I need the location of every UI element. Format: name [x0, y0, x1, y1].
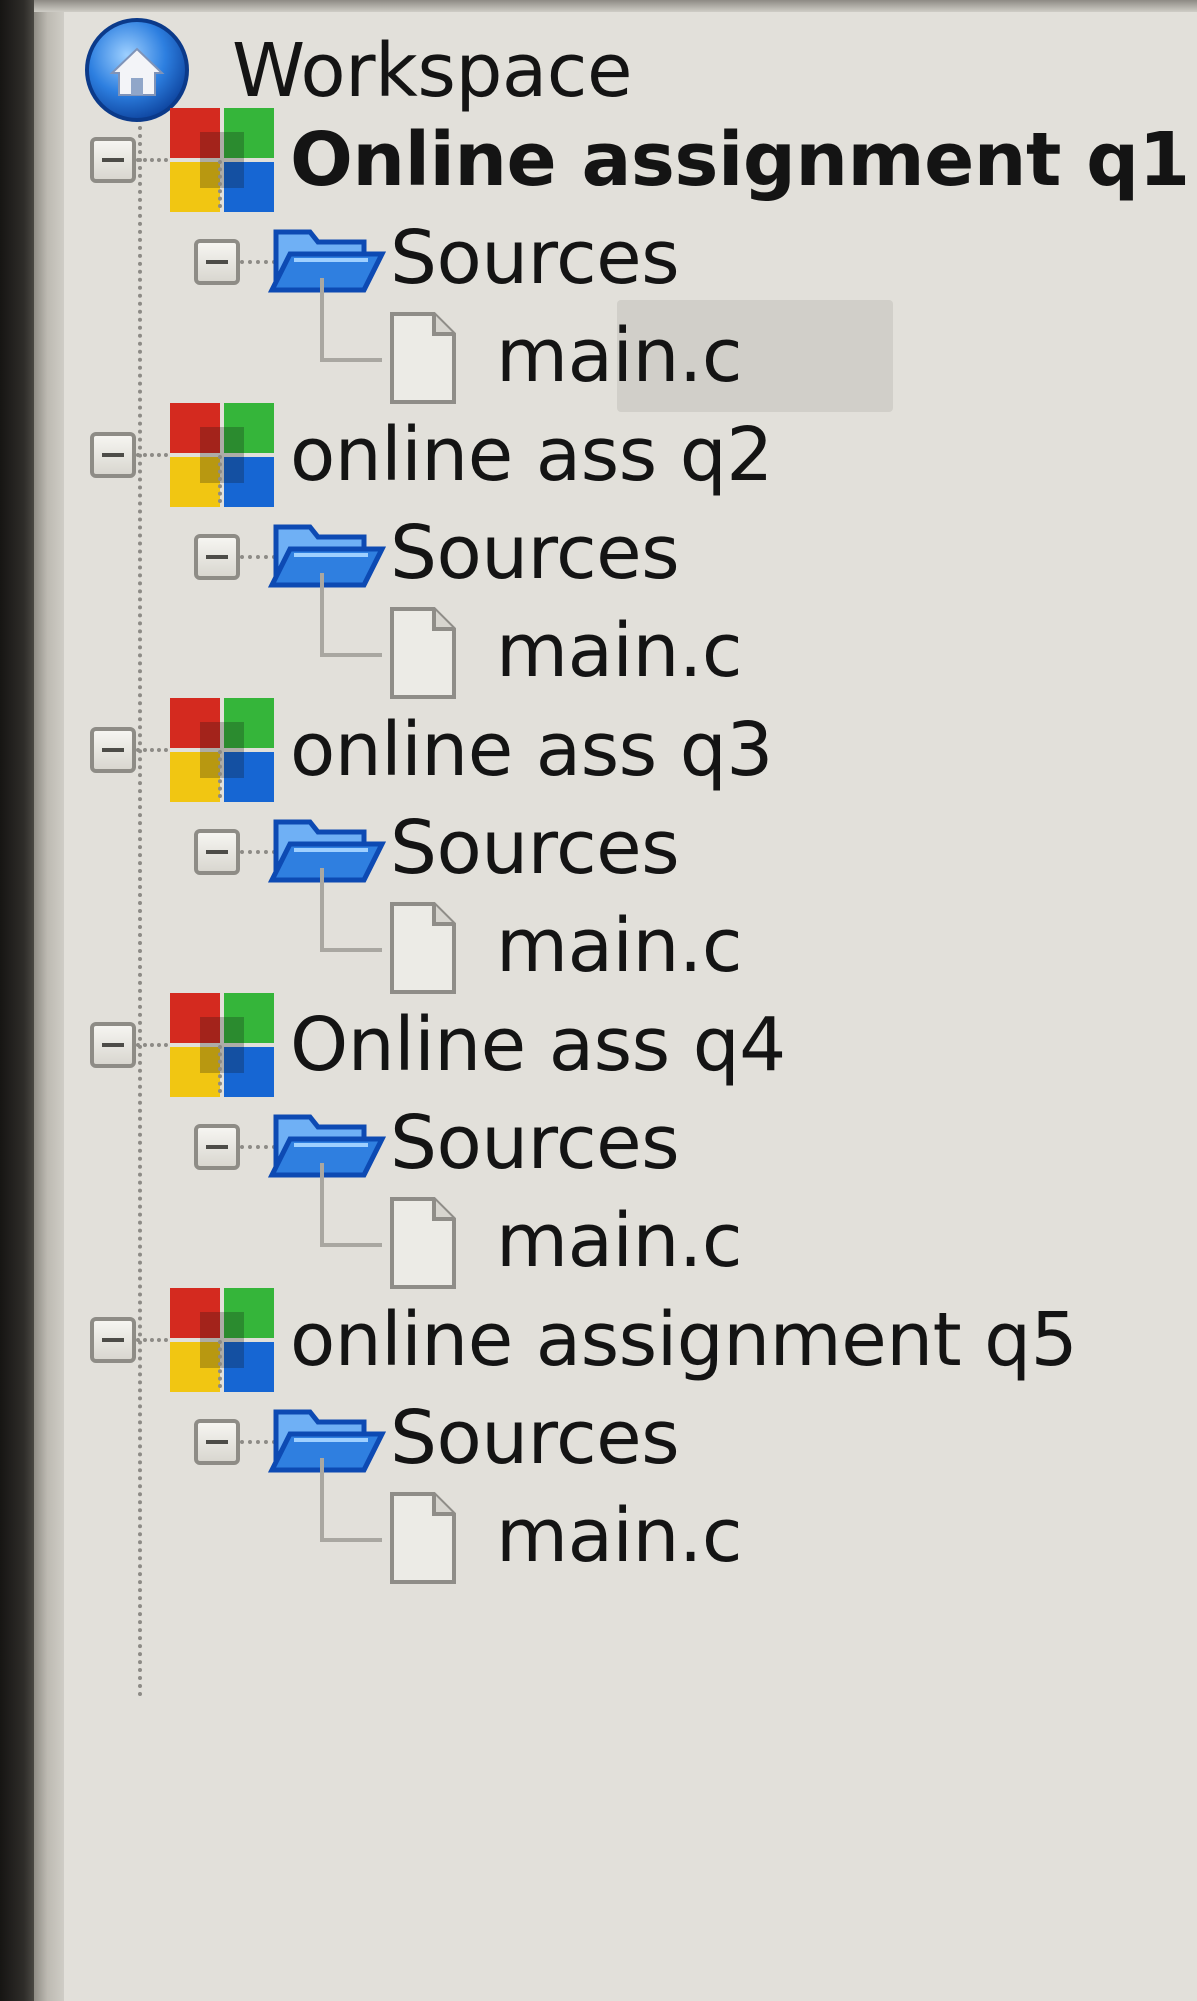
file-icon: [388, 605, 458, 701]
project-item[interactable]: online ass q2: [0, 403, 1197, 507]
source-file-item[interactable]: main.c: [0, 573, 900, 701]
project-icon: [166, 1284, 278, 1396]
sources-folder-item[interactable]: Sources: [0, 1340, 800, 1488]
tree-connector: [320, 653, 382, 657]
tree-connector: [136, 1043, 168, 1047]
tree-connector: [136, 1338, 168, 1342]
sources-folder-label: Sources: [390, 1100, 680, 1186]
project-item[interactable]: Online ass q4: [0, 993, 1197, 1097]
project-icon: [166, 104, 278, 216]
sources-folder-label: Sources: [390, 215, 680, 301]
sources-folder-label: Sources: [390, 1395, 680, 1481]
project-name: Online assignment q1: [290, 117, 1190, 203]
tree-connector: [320, 948, 382, 952]
project-name: online assignment q5: [290, 1297, 1078, 1383]
tree-connector: [218, 160, 222, 208]
workspace-root-item[interactable]: Workspace: [0, 18, 700, 122]
folder-open-icon: [267, 513, 387, 595]
tree-connector: [320, 1538, 382, 1542]
collapse-toggle[interactable]: [90, 727, 136, 773]
project-icon: [166, 399, 278, 511]
source-file-item[interactable]: main.c: [0, 868, 900, 996]
file-icon: [388, 310, 458, 406]
collapse-toggle[interactable]: [90, 137, 136, 183]
workspace-label: Workspace: [232, 28, 632, 114]
tree-connector: [136, 158, 168, 162]
collapse-toggle[interactable]: [90, 432, 136, 478]
tree-connector: [320, 868, 324, 950]
source-file-item[interactable]: main.c: [0, 278, 900, 412]
sources-folder-item[interactable]: Sources: [0, 1045, 800, 1193]
sources-folder-item[interactable]: Sources: [0, 160, 800, 308]
file-name: main.c: [496, 313, 743, 399]
collapse-toggle[interactable]: [194, 239, 240, 285]
collapse-toggle[interactable]: [194, 1124, 240, 1170]
project-item[interactable]: online ass q3: [0, 698, 1197, 802]
file-name: main.c: [496, 608, 743, 694]
collapse-toggle[interactable]: [194, 534, 240, 580]
tree-connector: [218, 455, 222, 503]
tree-connector: [320, 573, 324, 655]
file-icon: [388, 900, 458, 996]
project-item[interactable]: online assignment q5: [0, 1288, 1197, 1392]
project-item[interactable]: Online assignment q1: [0, 108, 1197, 212]
sources-folder-item[interactable]: Sources: [0, 750, 800, 898]
folder-open-icon: [267, 1103, 387, 1185]
project-name: Online ass q4: [290, 1002, 786, 1088]
tree-connector: [218, 750, 222, 798]
tree-connector: [218, 1340, 222, 1388]
project-tree-window: Workspace Online assignment q1 Sources mai…: [0, 0, 1197, 2001]
tree-connector: [136, 453, 168, 457]
file-name: main.c: [496, 1198, 743, 1284]
project-icon: [166, 989, 278, 1101]
collapse-toggle[interactable]: [90, 1317, 136, 1363]
tree-connector: [320, 1458, 324, 1540]
file-icon: [388, 1490, 458, 1586]
file-name: main.c: [496, 903, 743, 989]
project-icon: [166, 694, 278, 806]
sources-folder-label: Sources: [390, 805, 680, 891]
collapse-toggle[interactable]: [194, 1419, 240, 1465]
tree-connector: [136, 748, 168, 752]
sources-folder-label: Sources: [390, 510, 680, 596]
tree-connector: [320, 1163, 324, 1245]
folder-open-icon: [267, 1398, 387, 1480]
project-name: online ass q3: [290, 707, 773, 793]
sources-folder-item[interactable]: Sources: [0, 455, 800, 603]
folder-open-icon: [267, 218, 387, 300]
file-name: main.c: [496, 1493, 743, 1579]
folder-open-icon: [267, 808, 387, 890]
tree-connector: [320, 1243, 382, 1247]
tree-connector: [320, 358, 382, 362]
project-name: online ass q2: [290, 412, 773, 498]
collapse-toggle[interactable]: [194, 829, 240, 875]
source-file-item[interactable]: main.c: [0, 1163, 900, 1291]
tree-connector: [218, 1045, 222, 1093]
file-icon: [388, 1195, 458, 1291]
tree-connector: [320, 278, 324, 360]
collapse-toggle[interactable]: [90, 1022, 136, 1068]
window-top-edge: [34, 0, 1197, 12]
source-file-item[interactable]: main.c: [0, 1458, 900, 1586]
